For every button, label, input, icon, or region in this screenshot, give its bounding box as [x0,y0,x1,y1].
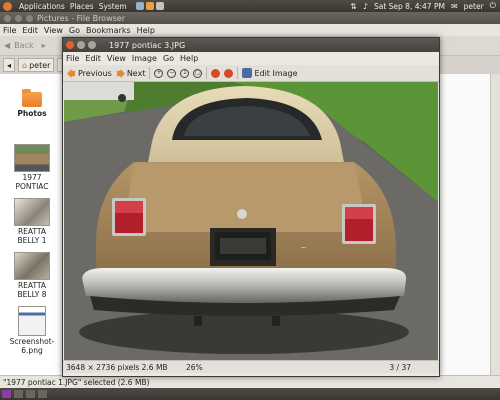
menu-view[interactable]: View [107,54,126,63]
file-item-photos[interactable]: Photos [2,89,62,118]
file-item-label: REATTA BELLY 8 [17,281,47,299]
edit-image-label: Edit Image [254,68,298,78]
file-item-label: Screenshot- 6.png [9,337,55,355]
car-photo: ~ [64,82,438,360]
path-button-home[interactable]: ⌂ peter [18,58,55,72]
close-icon[interactable] [66,41,74,49]
file-item-reatta-belly-1[interactable]: REATTA BELLY 1 [2,198,62,245]
top-panel: Applications Places System ⇅ ♪ Sat Sep 8… [0,0,500,12]
previous-button-label: Previous [78,68,112,78]
image-viewer-title: 1977 pontiac 3.JPG [109,40,186,50]
power-icon[interactable]: ⏻ [490,1,496,11]
mail-launcher-icon[interactable] [155,2,164,10]
close-icon[interactable] [4,14,11,22]
mail-indicator-icon[interactable]: ✉ [451,2,458,11]
toolbar-separator [237,67,239,79]
toolbar-separator [206,67,208,79]
image-viewer-toolbar: Previous Next + − 1 □ Edit Image [63,65,439,82]
maximize-icon[interactable] [26,14,33,22]
vertical-scrollbar[interactable] [490,74,500,375]
path-button-home-label: peter [29,60,51,70]
menu-go[interactable]: Go [163,54,174,63]
rotate-right-icon[interactable] [224,68,234,78]
places-menu[interactable]: Places [70,2,94,11]
menu-edit[interactable]: Edit [85,54,101,63]
file-item-reatta-belly-8[interactable]: REATTA BELLY 8 [2,252,62,299]
image-viewer-titlebar: 1977 pontiac 3.JPG [63,38,439,52]
fb-menu-go[interactable]: Go [69,26,80,35]
folder-icon [22,89,42,107]
home-icon: ⌂ [22,60,28,70]
image-thumbnail [18,306,46,336]
file-item-screenshot-6[interactable]: Screenshot- 6.png [2,306,62,355]
file-browser-menubar: File Edit View Go Bookmarks Help [0,24,500,36]
selection-status: "1977 pontiac 1.JPG" selected (2.6 MB) [3,377,150,387]
minimize-icon[interactable] [15,14,22,22]
path-scroll-left-button[interactable]: ◂ [3,58,16,72]
back-arrow-icon: ◀ [4,41,11,50]
firefox-launcher-icon[interactable] [145,2,154,10]
toolbar-separator [149,67,151,79]
show-desktop-icon[interactable] [2,390,11,398]
fb-menu-edit[interactable]: Edit [22,26,38,35]
menu-file[interactable]: File [66,54,79,63]
fb-menu-bookmarks[interactable]: Bookmarks [86,26,131,35]
image-thumbnail [14,252,50,280]
volume-icon[interactable]: ♪ [363,2,368,11]
fb-menu-help[interactable]: Help [137,26,155,35]
image-viewer-window: 1977 pontiac 3.JPG File Edit View Image … [62,37,440,377]
taskbar-item[interactable] [26,390,35,398]
system-menu[interactable]: System [99,2,127,11]
image-position: 3 / 37 [389,362,411,372]
zoom-level: 26% [186,362,203,372]
user-menu[interactable]: peter [464,2,484,11]
next-button[interactable]: Next [116,68,146,78]
minimize-icon[interactable] [77,41,85,49]
edit-image-button[interactable]: Edit Image [242,68,298,78]
image-viewer-menubar: File Edit View Image Go Help [63,52,439,65]
next-arrow-icon [116,68,125,78]
taskbar-item[interactable] [38,390,47,398]
fb-menu-view[interactable]: View [44,26,63,35]
image-display[interactable]: ~ [64,82,438,360]
zoom-out-icon[interactable]: − [167,68,177,78]
menu-image[interactable]: Image [132,54,157,63]
fb-menu-file[interactable]: File [3,26,16,35]
edit-image-icon [242,68,253,78]
file-item-label: REATTA BELLY 1 [17,227,47,245]
maximize-icon[interactable] [88,41,96,49]
image-dimensions: 3648 × 2736 pixels 2.6 MB [66,362,168,372]
taskbar-item[interactable] [14,390,23,398]
network-icon[interactable]: ⇅ [350,2,357,11]
ubuntu-logo-icon[interactable] [3,1,12,11]
rotate-left-icon[interactable] [211,68,221,78]
back-button[interactable]: Back [14,41,33,50]
svg-text:~: ~ [300,243,307,252]
forward-arrow-icon[interactable]: ▸ [42,41,46,50]
file-browser-title: Pictures - File Browser [37,13,125,23]
file-browser-titlebar: Pictures - File Browser [0,12,500,24]
file-item-1977-pontiac[interactable]: 1977 PONTIAC [2,144,62,191]
zoom-in-icon[interactable]: + [154,68,164,78]
zoom-normal-icon[interactable]: 1 [180,68,190,78]
image-thumbnail [14,198,50,226]
bottom-panel [0,388,500,400]
next-button-label: Next [126,68,146,78]
previous-button[interactable]: Previous [67,68,112,78]
zoom-fit-icon[interactable]: □ [193,68,203,78]
previous-arrow-icon [67,68,76,78]
image-viewer-statusbar: 3648 × 2736 pixels 2.6 MB 26% 3 / 37 [63,360,439,373]
file-item-label: 1977 PONTIAC [15,173,49,191]
file-icon-view: Photos 1977 PONTIAC REATTA BELLY 1 REATT… [0,74,64,375]
image-thumbnail [14,144,50,172]
applications-menu[interactable]: Applications [19,2,65,11]
help-launcher-icon[interactable] [135,2,144,10]
file-item-label: Photos [17,109,47,118]
menu-help[interactable]: Help [180,54,198,63]
clock[interactable]: Sat Sep 8, 4:47 PM [374,2,445,11]
